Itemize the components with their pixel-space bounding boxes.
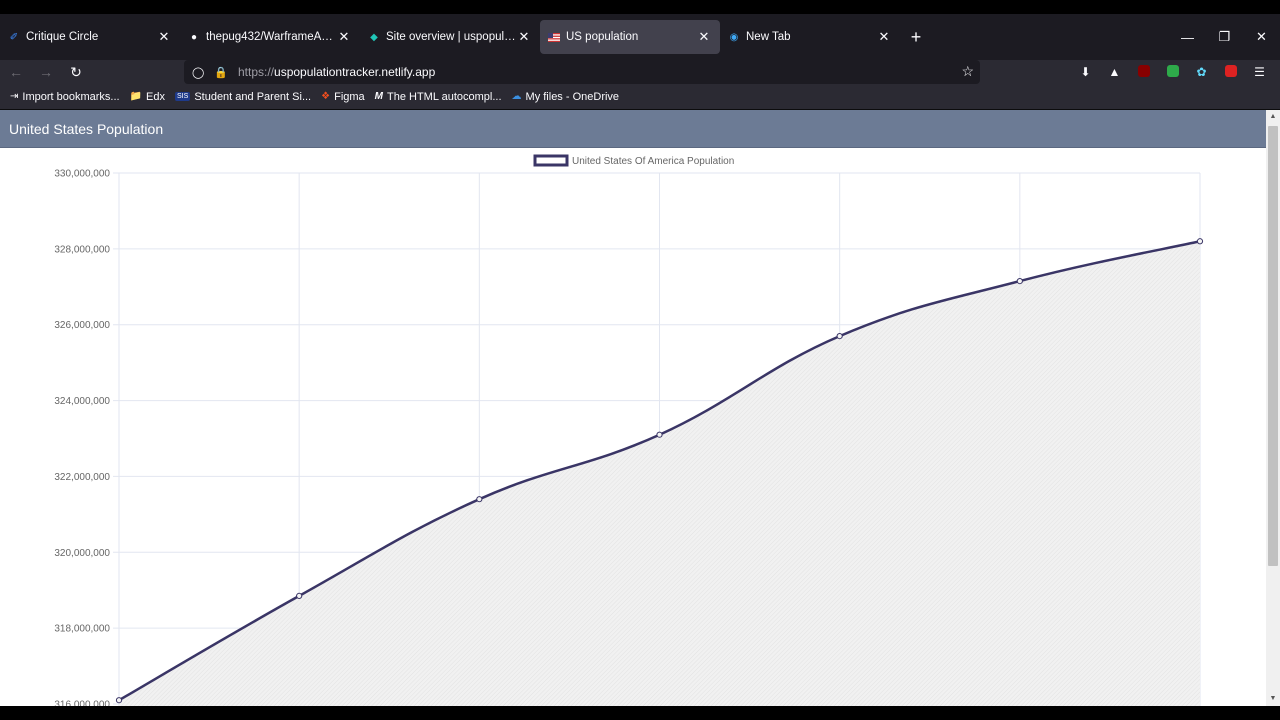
tab-title: Critique Circle	[26, 31, 99, 43]
tab-github[interactable]: ● thepug432/WarframeApiParser ✕	[180, 20, 360, 54]
data-point	[836, 332, 843, 340]
close-window-button[interactable]: ✕	[1243, 29, 1280, 45]
tab-title: Site overview | uspopulationtrac	[386, 31, 516, 43]
tab-title: New Tab	[746, 31, 791, 43]
page-scrollbar[interactable]: ▲ ▼	[1266, 110, 1280, 706]
bookmark-edx[interactable]: 📁 Edx	[130, 91, 165, 103]
download-icon[interactable]: ⬇	[1071, 65, 1100, 79]
url-bar[interactable]: ◯ 🔒 https:// uspopulationtracker.netlify…	[184, 60, 980, 84]
bookmarks-bar: ⇥ Import bookmarks... 📁 Edx SIS Student and…	[0, 84, 1280, 110]
data-point	[296, 592, 303, 600]
y-tick-label: 320,000,000	[54, 548, 110, 559]
data-point	[1196, 238, 1204, 245]
restore-button[interactable]: ❐	[1206, 29, 1243, 45]
y-tick-label: 330,000,000	[54, 169, 110, 180]
legend-swatch	[533, 154, 569, 167]
mdn-icon: M	[374, 91, 383, 102]
bookmark-label: Student and Parent Si...	[194, 90, 312, 103]
tab-title: US population	[566, 31, 639, 43]
data-point	[656, 431, 663, 438]
data-point	[476, 496, 483, 503]
top-strip	[0, 0, 1280, 14]
sis-icon: SIS	[175, 92, 191, 101]
scroll-thumb[interactable]	[1268, 126, 1278, 566]
ublock-icon[interactable]	[1129, 64, 1158, 80]
page-title: United States Population	[9, 120, 164, 137]
onedrive-icon: ☁	[511, 91, 522, 102]
close-icon[interactable]: ✕	[876, 29, 892, 45]
shield-extension-icon[interactable]	[1158, 64, 1187, 80]
react-devtools-icon[interactable]: ✿	[1187, 65, 1216, 79]
lock-icon[interactable]: 🔒	[214, 66, 228, 79]
forward-button[interactable]: →	[32, 60, 60, 84]
firefox-icon: ◉	[729, 31, 739, 43]
shield-icon[interactable]: ◯	[192, 66, 206, 79]
bookmark-label: Figma	[334, 90, 365, 103]
tab-bar: ✐ Critique Circle ✕ ● thepug432/Warframe…	[0, 14, 1280, 60]
data-point	[115, 697, 123, 704]
tab-critique-circle[interactable]: ✐ Critique Circle ✕	[0, 20, 180, 54]
extension-red-icon[interactable]	[1216, 64, 1245, 80]
nav-bar: ← → ↻ ◯ 🔒 https:// uspopulationtracker.n…	[0, 60, 1280, 84]
scroll-down-arrow[interactable]: ▼	[1266, 692, 1280, 706]
y-tick-label: 326,000,000	[54, 320, 110, 331]
url-host: uspopulationtracker.netlify.app	[274, 65, 436, 79]
y-tick-label: 322,000,000	[54, 472, 110, 483]
figma-icon: ❖	[321, 91, 331, 102]
bookmark-label: Edx	[146, 90, 166, 103]
folder-icon: 📁	[129, 91, 143, 102]
scroll-up-arrow[interactable]: ▲	[1266, 110, 1280, 124]
new-tab-button[interactable]: +	[904, 25, 928, 49]
y-axis-ticks: 330,000,000 328,000,000 326,000,000 324,000…	[54, 169, 110, 707]
tab-us-population[interactable]: US population ✕	[540, 20, 720, 54]
url-scheme: https://	[238, 65, 275, 79]
close-icon[interactable]: ✕	[696, 29, 712, 45]
toolbar-actions: ⬇ ▲ ✿ ☰	[1071, 60, 1274, 84]
chart-svg: 330,000,000 328,000,000 326,000,000 324,000…	[54, 154, 1204, 707]
y-tick-label: 324,000,000	[54, 396, 110, 407]
window-controls: — ❐ ✕	[1169, 14, 1280, 60]
bookmark-label: My files - OneDrive	[525, 90, 620, 103]
us-flag-icon	[548, 31, 560, 43]
back-button[interactable]: ←	[2, 60, 30, 84]
import-icon: ⇥	[10, 91, 19, 102]
bookmark-label: Import bookmarks...	[22, 90, 120, 103]
page-content: United States Population 330,000,000 328,…	[0, 110, 1266, 706]
bookmark-figma[interactable]: ❖ Figma	[321, 91, 365, 103]
netlify-icon: ◆	[370, 31, 378, 43]
github-icon: ●	[190, 31, 198, 43]
extension-hat-icon[interactable]: ▲	[1100, 65, 1129, 79]
bookmark-mdn[interactable]: M The HTML autocompl...	[375, 91, 502, 103]
tab-netlify[interactable]: ◆ Site overview | uspopulationtrac ✕	[360, 20, 540, 54]
browser-window: ✐ Critique Circle ✕ ● thepug432/Warframe…	[0, 0, 1280, 720]
bookmark-onedrive[interactable]: ☁ My files - OneDrive	[512, 91, 620, 103]
minimize-button[interactable]: —	[1169, 30, 1206, 45]
tab-title: thepug432/WarframeApiParser	[206, 31, 336, 43]
data-point	[1016, 277, 1023, 285]
y-tick-label: 328,000,000	[54, 244, 110, 255]
close-icon[interactable]: ✕	[156, 29, 172, 45]
chart-legend[interactable]: United States Of America Population	[533, 154, 734, 167]
y-tick-label: 318,000,000	[54, 624, 110, 635]
reload-button[interactable]: ↻	[62, 60, 90, 84]
menu-icon[interactable]: ☰	[1245, 65, 1274, 79]
close-icon[interactable]: ✕	[516, 29, 532, 45]
bookmark-student-parent[interactable]: SIS Student and Parent Si...	[175, 91, 311, 103]
legend-label: United States Of America Population	[572, 156, 734, 167]
quill-icon: ✐	[9, 31, 19, 43]
page-header: United States Population	[0, 110, 1266, 148]
tab-new-tab[interactable]: ◉ New Tab ✕	[720, 20, 900, 54]
bookmark-import[interactable]: ⇥ Import bookmarks...	[10, 91, 120, 103]
bottom-strip	[0, 706, 1280, 720]
bookmark-label: The HTML autocompl...	[387, 90, 502, 103]
close-icon[interactable]: ✕	[336, 29, 352, 45]
bookmark-star-icon[interactable]: ☆	[961, 63, 974, 80]
population-chart: 330,000,000 328,000,000 326,000,000 324,000…	[0, 148, 1266, 706]
